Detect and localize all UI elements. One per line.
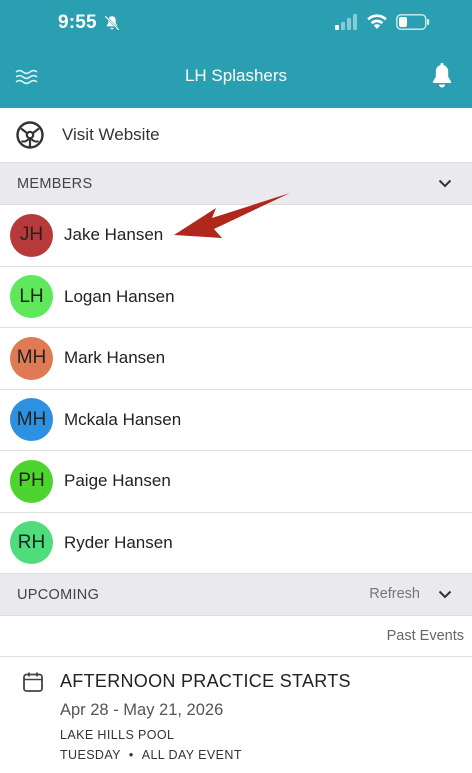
member-name: Paige Hansen (64, 471, 171, 491)
avatar: JH (10, 213, 53, 257)
notifications-bell-icon[interactable] (430, 62, 454, 90)
nav-bar: LH Splashers (0, 48, 472, 108)
avatar: PH (10, 459, 53, 503)
app-header: 9:55 LH Splashers (0, 0, 472, 108)
member-name: Ryder Hansen (64, 532, 173, 552)
member-row[interactable]: LH Logan Hansen (0, 267, 472, 328)
website-icon (16, 121, 44, 149)
status-time: 9:55 (58, 12, 97, 33)
visit-website-row[interactable]: Visit Website (0, 108, 472, 163)
status-bar: 9:55 (0, 0, 472, 48)
avatar: RH (10, 521, 53, 565)
avatar: MH (10, 336, 53, 380)
event-title: AFTERNOON PRACTICE STARTS (60, 671, 351, 691)
event-item[interactable]: AFTERNOON PRACTICE STARTS Apr 28 - May 2… (0, 657, 472, 773)
event-day: TUESDAY (60, 748, 121, 762)
member-name: Mckala Hansen (64, 409, 182, 429)
chevron-down-icon[interactable] (438, 177, 452, 189)
member-row[interactable]: PH Paige Hansen (0, 451, 472, 513)
wifi-icon (367, 14, 387, 29)
member-name: Mark Hansen (64, 348, 166, 368)
member-row[interactable]: RH Ryder Hansen (0, 513, 472, 574)
event-separator: • (128, 748, 134, 762)
member-row[interactable]: MH Mckala Hansen (0, 390, 472, 451)
event-meta: TUESDAY • ALL DAY EVENT (60, 748, 242, 762)
upcoming-header-label: UPCOMING (17, 586, 100, 603)
visit-website-label: Visit Website (62, 125, 160, 144)
past-events-link[interactable]: Past Events (0, 616, 472, 657)
chevron-down-icon[interactable] (438, 588, 452, 600)
avatar: LH (10, 275, 53, 319)
calendar-icon (23, 672, 43, 692)
event-location: LAKE HILLS POOL (60, 728, 175, 742)
refresh-button[interactable]: Refresh (369, 586, 420, 602)
event-dates: Apr 28 - May 21, 2026 (60, 701, 224, 719)
bell-off-icon (104, 15, 120, 31)
member-name: Logan Hansen (64, 286, 175, 306)
page-title: LH Splashers (184, 66, 288, 85)
event-kind: ALL DAY EVENT (141, 748, 242, 762)
annotation-arrow-icon (174, 193, 290, 238)
member-row[interactable]: MH Mark Hansen (0, 328, 472, 390)
upcoming-section-header[interactable]: UPCOMING Refresh (0, 574, 472, 616)
battery-icon (396, 14, 430, 30)
members-header-label: MEMBERS (17, 175, 93, 192)
members-list: JH Jake Hansen LH Logan Hansen MH Mark Hansen… (0, 205, 472, 574)
avatar: MH (10, 398, 53, 442)
signal-icon (335, 14, 357, 30)
member-name: Jake Hansen (64, 225, 164, 245)
